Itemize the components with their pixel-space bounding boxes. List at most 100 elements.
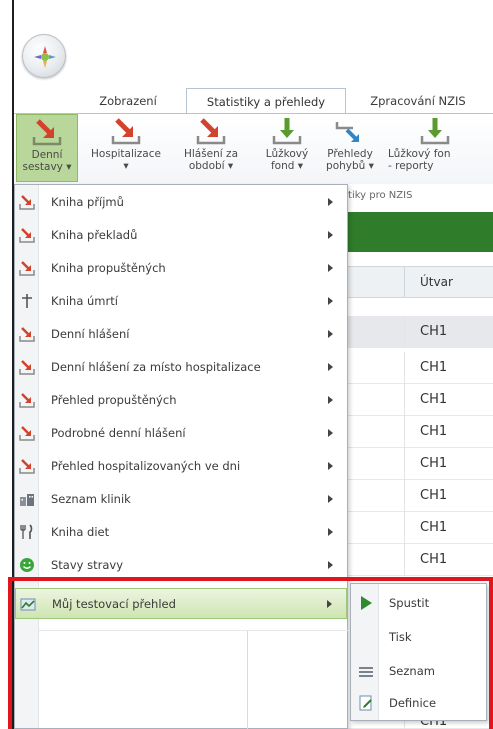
button-label-line1: Přehledy (327, 148, 373, 160)
red-arrow-tray-icon (19, 228, 35, 243)
menu-separator (39, 630, 348, 631)
fork-knife-icon (20, 524, 33, 539)
column-separator (404, 384, 405, 416)
hlaseni-za-obdobi-button[interactable]: Hlášení za období ▾ (174, 114, 248, 182)
menu-item-prehled-hospitalizovanych[interactable]: Přehled hospitalizovaných ve dni (15, 451, 347, 482)
submenu-arrow-icon (328, 198, 333, 206)
menu-item-prehled-propustenych[interactable]: Přehled propuštěných (15, 385, 347, 416)
table-row[interactable]: CH1 (332, 544, 493, 576)
table-row[interactable]: CH1 (332, 416, 493, 448)
menu-item-kniha-diet[interactable]: Kniha diet (15, 517, 347, 548)
cross-icon (22, 294, 32, 308)
blue-arrow-tray-icon (335, 122, 359, 142)
submenu-item-tisk[interactable]: Tisk (351, 620, 486, 654)
submenu-arrow-icon (328, 363, 333, 371)
submenu-item-label: Definice (389, 696, 437, 710)
red-arrow-tray-icon (19, 393, 35, 408)
submenu-item-definice[interactable]: Definice (351, 686, 486, 720)
column-separator (404, 480, 405, 512)
button-label-line1: Denní (31, 149, 63, 161)
luzkovy-fond-button[interactable]: Lůžkový fond ▾ (256, 114, 318, 182)
building-icon (20, 494, 34, 506)
submenu-item-spustit[interactable]: Spustit (351, 586, 486, 620)
cell-utvar: CH1 (420, 552, 448, 567)
menu-item-label: Kniha příjmů (51, 195, 124, 209)
grid-header: Útvar (332, 266, 493, 298)
red-arrow-tray-icon (32, 119, 62, 146)
play-icon (361, 596, 372, 610)
menu-item-kniha-prijmu[interactable]: Kniha příjmů (15, 187, 347, 218)
denni-sestavy-menu: Kniha příjmů Kniha překladů Kniha propuš… (14, 184, 348, 729)
denni-sestavy-button[interactable]: Denní sestavy ▾ (16, 114, 78, 182)
ribbon-tabs: Zobrazení Statistiky a přehledy Zpracová… (76, 88, 493, 114)
button-label-line1: Hlášení za (183, 148, 239, 160)
luzkovy-fond-reporty-button[interactable]: Lůžkový fon - reporty (382, 114, 493, 182)
cell-utvar: CH1 (420, 488, 448, 503)
table-row[interactable]: CH1 (332, 316, 493, 348)
menu-item-label: Kniha překladů (51, 228, 138, 242)
menu-item-kniha-prekladu[interactable]: Kniha překladů (15, 220, 347, 251)
menu-item-denni-hlaseni[interactable]: Denní hlášení (15, 319, 347, 350)
prehledy-pohybu-button[interactable]: Přehledy pohybů ▾ (322, 114, 378, 182)
submenu-item-label: Tisk (389, 630, 412, 644)
menu-item-muj-testovaci-prehled[interactable]: Můj testovací přehled (15, 588, 347, 619)
submenu-arrow-icon (327, 600, 332, 608)
submenu-arrow-icon (328, 495, 333, 503)
button-label-line1: Hospitalizace (91, 148, 161, 160)
submenu-item-label: Spustit (389, 596, 430, 610)
tab-zpracovani-nzis[interactable]: Zpracování NZIS (358, 88, 478, 114)
column-header-utvar[interactable]: Útvar (420, 275, 453, 289)
button-label-line2: - reporty (388, 160, 434, 172)
column-separator (404, 316, 405, 348)
tab-statistiky-a-prehledy[interactable]: Statistiky a přehledy (186, 88, 346, 114)
green-arrow-tray-icon (420, 118, 450, 145)
column-separator (404, 416, 405, 448)
button-label-line2: fond ▾ (270, 160, 304, 172)
red-arrow-tray-icon (19, 459, 35, 474)
submenu-item-seznam[interactable]: Seznam (351, 654, 486, 688)
button-label-line2: pohybů ▾ (326, 160, 374, 172)
menu-item-label: Denní hlášení (51, 327, 130, 341)
menu-item-podrobne-denni-hlaseni[interactable]: Podrobné denní hlášení (15, 418, 347, 449)
app-menu-button[interactable] (22, 34, 66, 78)
menu-item-kniha-propustenych[interactable]: Kniha propuštěných (15, 253, 347, 284)
column-separator (404, 267, 405, 297)
submenu-arrow-icon (328, 231, 333, 239)
table-row[interactable]: CH1 (332, 384, 493, 416)
table-row[interactable]: CH1 (332, 448, 493, 480)
cell-utvar: CH1 (420, 324, 448, 339)
green-arrow-tray-icon (272, 118, 302, 145)
submenu-arrow-icon (328, 528, 333, 536)
menu-item-label: Přehled propuštěných (51, 393, 177, 407)
submenu-arrow-icon (328, 561, 333, 569)
red-arrow-tray-icon (196, 118, 226, 145)
edit-document-icon (359, 695, 372, 711)
submenu-arrow-icon (328, 264, 333, 272)
menu-item-kniha-umrti[interactable]: Kniha úmrtí (15, 286, 347, 317)
menu-item-label: Můj testovací přehled (52, 597, 176, 611)
cell-utvar: CH1 (420, 392, 448, 407)
menu-item-seznam-klinik[interactable]: Seznam klinik (15, 484, 347, 515)
menu-item-stavy-stravy[interactable]: Stavy stravy (15, 550, 347, 581)
green-header-band (332, 212, 493, 252)
hospitalizace-button[interactable]: Hospitalizace ▾ (88, 114, 164, 182)
report-chart-icon (20, 598, 36, 611)
submenu-arrow-icon (328, 429, 333, 437)
menu-item-label: Kniha úmrtí (51, 294, 118, 308)
table-row[interactable]: CH1 (332, 512, 493, 544)
menu-item-denni-hlaseni-za-misto[interactable]: Denní hlášení za místo hospitalizace (15, 352, 347, 383)
submenu-arrow-icon (328, 462, 333, 470)
red-arrow-tray-icon (19, 327, 35, 342)
column-separator (404, 448, 405, 480)
table-row[interactable]: CH1 (332, 480, 493, 512)
menu-item-label: Seznam klinik (51, 492, 131, 506)
menu-item-label: Denní hlášení za místo hospitalizace (51, 360, 261, 374)
table-row[interactable]: CH1 (332, 352, 493, 384)
submenu-arrow-icon (328, 396, 333, 404)
menu-divider-line (247, 631, 248, 729)
column-separator (404, 544, 405, 576)
cell-utvar: CH1 (420, 520, 448, 535)
red-arrow-tray-icon (19, 195, 35, 210)
cell-utvar: CH1 (420, 360, 448, 375)
tab-zobrazeni[interactable]: Zobrazení (82, 88, 174, 114)
